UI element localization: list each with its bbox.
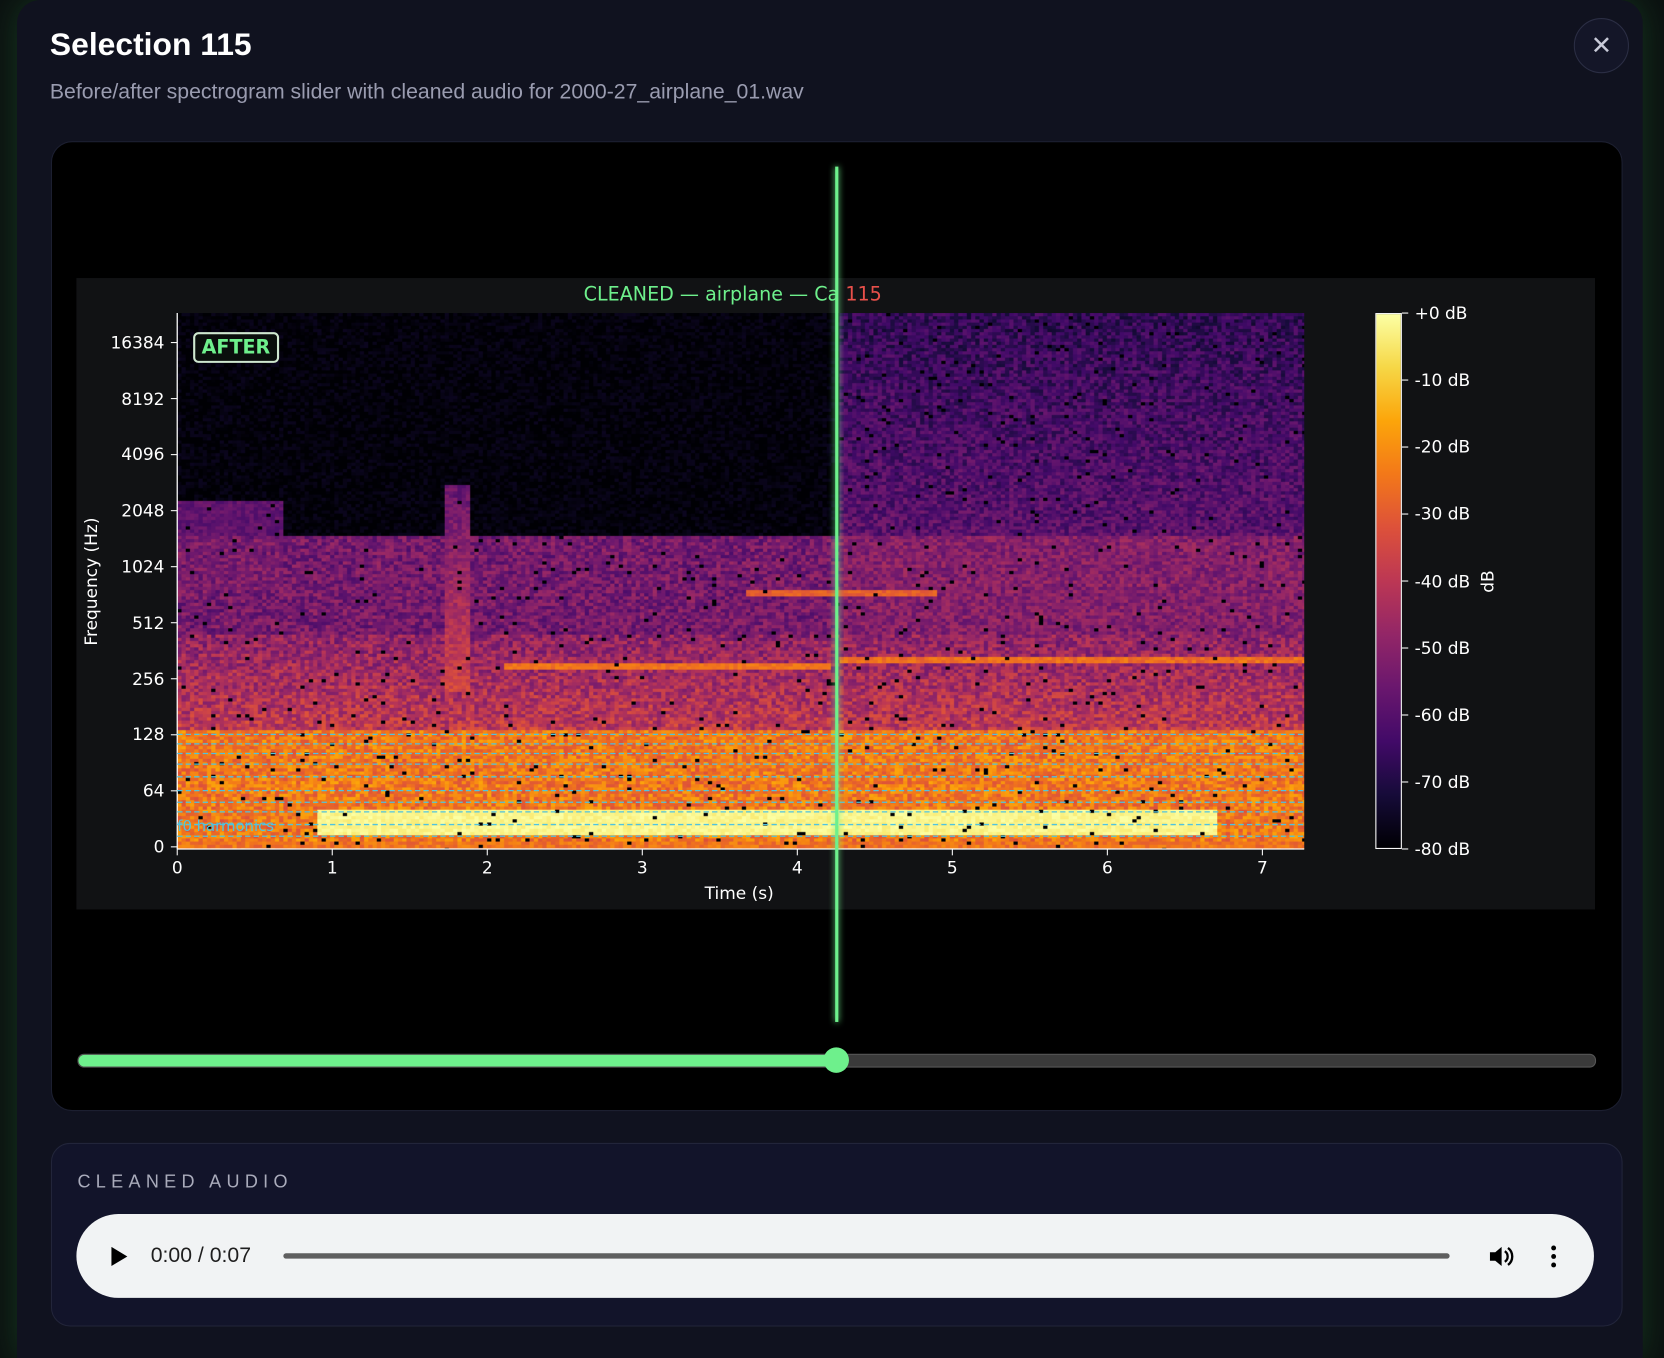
slider-fill	[78, 1054, 837, 1067]
y-tick-label: 64	[142, 780, 165, 801]
y-tick-label: 256	[132, 668, 165, 689]
x-axis-label: Time (s)	[704, 882, 774, 904]
colorbar-tick-label: -40 dB	[1414, 570, 1471, 592]
play-icon[interactable]	[108, 1245, 129, 1268]
colorbar-tick-label: -20 dB	[1414, 436, 1471, 458]
colorbar-tick-label: -10 dB	[1414, 369, 1471, 391]
y-tick-label: 8192	[121, 388, 165, 409]
x-tick-label: 7	[1256, 857, 1268, 878]
y-tick-label: 2048	[121, 500, 165, 521]
y-tick-label: 4096	[121, 444, 165, 465]
x-tick-label: 5	[946, 857, 958, 878]
y-tick-label: 0	[153, 836, 165, 857]
volume-icon[interactable]	[1487, 1243, 1517, 1271]
chart-title-text: CLEANED — airplane — Ca	[583, 283, 840, 306]
colorbar-tick-label: -60 dB	[1414, 704, 1471, 726]
colorbar-tick-label: -80 dB	[1414, 838, 1471, 860]
x-tick-label: 4	[791, 857, 803, 878]
y-tick-label: 128	[132, 724, 165, 745]
harmonics-annotation: f0 harmonics	[177, 818, 275, 836]
x-tick-label: 1	[326, 857, 338, 878]
colorbar-tick-label: +0 dB	[1414, 302, 1468, 324]
colorbar-tick-label: -30 dB	[1414, 503, 1471, 525]
x-tick-label: 6	[1101, 857, 1113, 878]
after-badge: AFTER	[193, 332, 279, 363]
x-tick-label: 3	[636, 857, 648, 878]
y-axis-label: Frequency (Hz)	[81, 517, 102, 646]
audio-time: 0:00 / 0:07	[150, 1243, 252, 1268]
comparison-divider[interactable]	[835, 166, 839, 1022]
x-tick-label: 2	[481, 857, 493, 878]
more-options-icon[interactable]	[1545, 1244, 1562, 1269]
chart-title-suffix: 115	[845, 283, 882, 306]
y-tick-label: 16384	[110, 332, 165, 353]
x-tick-label: 0	[171, 857, 183, 878]
colorbar-tick-label: -70 dB	[1414, 771, 1471, 793]
slider-thumb[interactable]	[822, 1047, 849, 1073]
audio-section-label: CLEANED AUDIO	[77, 1171, 293, 1192]
colorbar-tick-label: -50 dB	[1414, 637, 1471, 659]
audio-progress-bar[interactable]	[283, 1253, 1450, 1259]
y-tick-label: 512	[132, 612, 165, 633]
colorbar	[1375, 313, 1402, 849]
colorbar-label: dB	[1477, 570, 1498, 593]
y-tick-label: 1024	[121, 556, 165, 577]
